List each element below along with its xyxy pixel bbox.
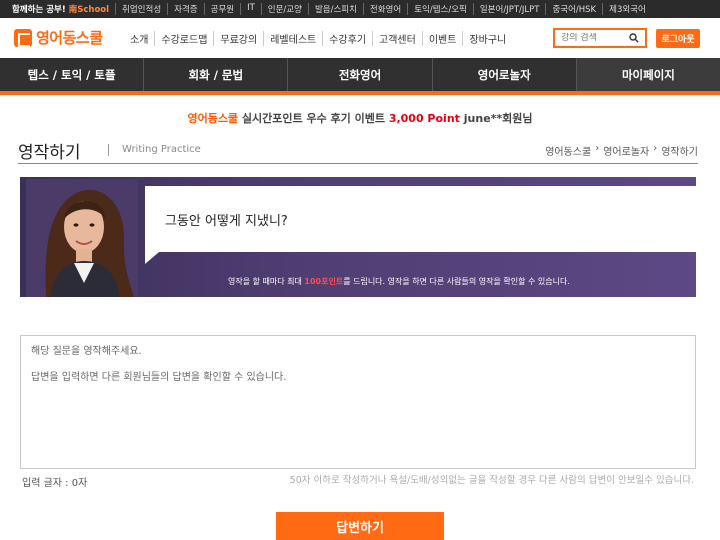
family-site-link[interactable]: 자격증	[167, 3, 203, 15]
breadcrumb-home[interactable]: 영어동스쿨	[545, 143, 591, 158]
point-info-pre: 영작을 할 때마다 최대	[228, 277, 302, 286]
site-logo[interactable]: 영어동스쿨	[14, 27, 103, 48]
page-subtitle: Writing Practice	[122, 144, 201, 155]
family-site-link[interactable]: 일본어/JPT/JLPT	[472, 3, 546, 15]
question-bubble: 그동안 어떻게 지냈니?	[145, 186, 705, 252]
family-site-link[interactable]: 취업인적성	[115, 3, 167, 15]
top-menu-item[interactable]: 이벤트	[421, 31, 463, 46]
teacher-portrait	[26, 179, 138, 297]
question-text: 그동안 어떻게 지냈니?	[165, 214, 288, 229]
family-intro: 함께하는 공부! 南School	[12, 5, 110, 15]
title-divider	[108, 144, 109, 156]
main-nav-item[interactable]: 회화 / 문법	[144, 58, 289, 91]
top-menu-item[interactable]: 장바구니	[462, 31, 512, 46]
event-brand: 영어동스쿨	[187, 112, 239, 125]
family-site-link[interactable]: 제3외국어	[602, 3, 652, 15]
main-nav: 텝스 / 토익 / 토플 회화 / 문법 전화영어 영어로놀자 마이페이지	[0, 58, 720, 91]
top-menu-item[interactable]: 고객센터	[372, 31, 422, 46]
family-site-link[interactable]: 중국어/HSK	[545, 3, 602, 15]
main-nav-item[interactable]: 영어로놀자	[433, 58, 577, 91]
breadcrumb-current: 영작하기	[661, 147, 698, 158]
point-info: 영작을 할 때마다 최대 100포인트를 드립니다. 영작을 하면 다른 사람들…	[228, 276, 570, 287]
page-title: 영작하기	[18, 143, 81, 163]
search-icon[interactable]	[629, 33, 639, 43]
event-points: 3,000 Point	[388, 112, 460, 125]
top-menu-item[interactable]: 무료강의	[213, 31, 263, 46]
family-site-link[interactable]: 공무원	[203, 3, 240, 15]
logo-text: 영어동스쿨	[36, 29, 103, 47]
char-count: 입력 글자 : 0자	[22, 478, 88, 489]
nav-accent-line	[0, 91, 720, 95]
chevron-right-icon: ›	[595, 143, 600, 154]
answer-notice: 50자 이하로 작성하거나 욕설/도배/성의없는 글을 작성할 경우 다른 사람…	[289, 475, 694, 486]
top-menu-item[interactable]: 수강로드맵	[154, 31, 213, 46]
family-site-list: 취업인적성 자격증 공무원 IT 인문/교양 발음/스피치 전화영어 토익/텝스/오픽 일본어/…	[115, 3, 652, 15]
family-site-link[interactable]: 발음/스피치	[307, 3, 363, 15]
site-header: 영어동스쿨 소개수강로드맵무료강의레벨테스트수강후기고객센터이벤트장바구니 로그…	[0, 18, 720, 58]
main-nav-item[interactable]: 전화영어	[288, 58, 433, 91]
event-winner: june**회원님	[463, 112, 533, 125]
event-banner[interactable]: 영어동스쿨 실시간포인트 우수 후기 이벤트 3,000 Point june*…	[0, 110, 720, 126]
breadcrumb: 영어동스쿨 › 영어로놀자 › 영작하기	[545, 143, 698, 158]
bubble-tail	[145, 252, 159, 264]
logo-icon	[14, 28, 32, 47]
answer-placeholder-line2: 답변을 입력하면 다른 회원님들의 답변을 확인할 수 있습니다.	[31, 371, 287, 383]
top-menu-item[interactable]: 수강후기	[322, 31, 372, 46]
family-site-link[interactable]: 토익/텝스/오픽	[407, 3, 473, 15]
family-brand-link[interactable]: 南School	[69, 5, 109, 15]
event-text: 실시간포인트 우수 후기 이벤트	[241, 112, 385, 125]
question-panel: 그동안 어떻게 지냈니? 영작을 할 때마다 최대 100포인트를 드립니다. …	[20, 177, 705, 297]
top-menu-item[interactable]: 소개	[124, 31, 154, 46]
logout-button[interactable]: 로그아웃	[656, 29, 700, 48]
family-site-bar: 함께하는 공부! 南School 취업인적성 자격증 공무원 IT 인문/교양 발음/스피…	[0, 0, 720, 18]
point-amount: 100포인트	[304, 277, 344, 286]
breadcrumb-section[interactable]: 영어로놀자	[603, 143, 649, 158]
main-nav-item[interactable]: 텝스 / 토익 / 토플	[0, 58, 145, 91]
answer-textarea[interactable]: 해당 질문을 영작해주세요. 답변을 입력하면 다른 회원님들의 답변을 확인할…	[20, 335, 696, 469]
family-site-link[interactable]: IT	[240, 3, 261, 15]
search-input[interactable]	[561, 33, 627, 43]
submit-answer-button[interactable]: 답변하기	[276, 512, 444, 540]
search-box	[553, 28, 647, 48]
answer-placeholder-line1: 해당 질문을 영작해주세요.	[31, 346, 142, 357]
family-site-link[interactable]: 전화영어	[362, 3, 407, 15]
point-info-post: 를 드립니다. 영작을 하면 다른 사람들의 영작을 확인할 수 있습니다.	[343, 277, 570, 286]
family-site-link[interactable]: 인문/교양	[260, 3, 308, 15]
main-nav-item[interactable]: 마이페이지	[576, 58, 720, 91]
chevron-right-icon: ›	[653, 143, 658, 154]
top-menu-item[interactable]: 레벨테스트	[263, 31, 322, 46]
top-menu: 소개 수강로드맵 무료강의 레벨테스트 수강후기 고객센터 이벤트 장바구니	[124, 31, 512, 46]
page-heading: 영작하기 Writing Practice 영어동스쿨 › 영어로놀자 › 영작…	[18, 138, 698, 164]
